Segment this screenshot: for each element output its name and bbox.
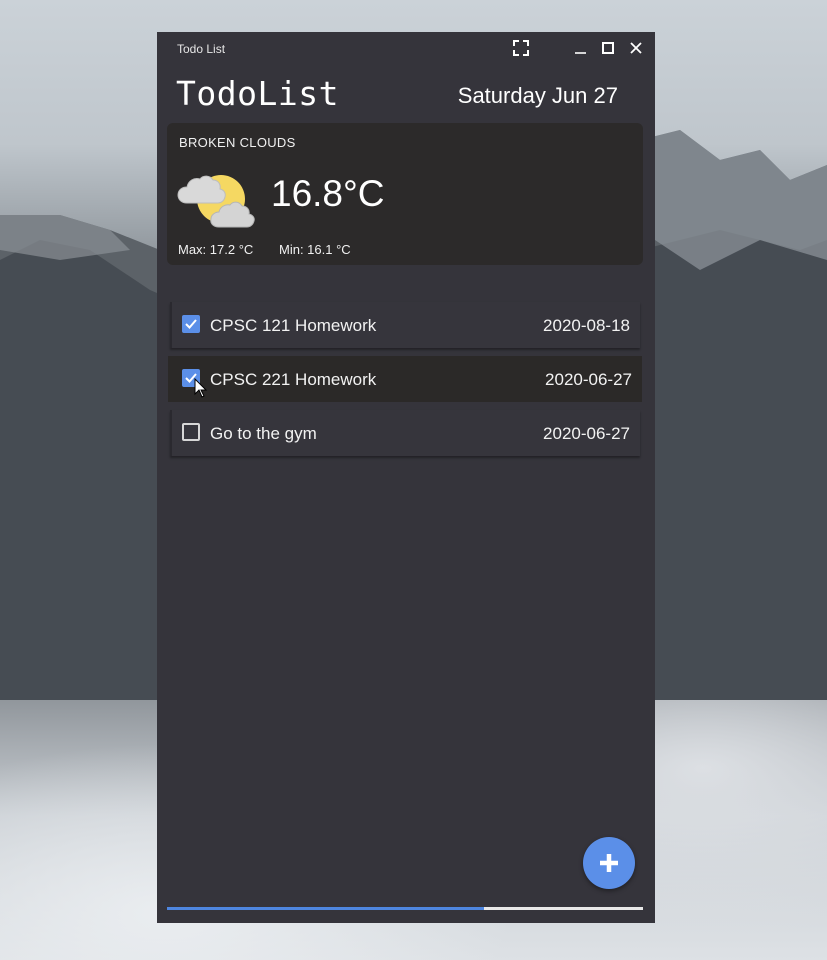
app-title: TodoList	[176, 74, 339, 113]
todo-list: CPSC 121 Homework 2020-08-18 CPSC 221 Ho…	[168, 302, 642, 464]
todo-item[interactable]: Go to the gym 2020-06-27	[170, 410, 640, 456]
current-date: Saturday Jun 27	[457, 83, 618, 108]
add-todo-button[interactable]	[583, 837, 635, 889]
progress-fill	[167, 907, 485, 910]
todo-date: 2020-06-27	[543, 424, 630, 443]
partly-cloudy-icon	[175, 169, 255, 231]
todo-date: 2020-06-27	[545, 370, 632, 389]
temperature: 16.8°C	[271, 173, 385, 214]
window-title: Todo List	[177, 42, 226, 56]
todo-text: CPSC 121 Homework	[210, 316, 377, 335]
temperature-max: Max: 17.2 °C	[178, 242, 254, 257]
title-bar[interactable]: Todo List	[157, 32, 655, 64]
todo-text: CPSC 221 Homework	[210, 370, 377, 389]
todo-text: Go to the gym	[210, 424, 317, 443]
minimize-icon[interactable]	[570, 38, 590, 58]
maximize-icon[interactable]	[598, 38, 618, 58]
weather-card: BROKEN CLOUDS 16.8°C Max: 17.2 °C Min: 1…	[167, 123, 643, 265]
mouse-cursor-icon	[194, 378, 208, 398]
progress-bar	[167, 907, 643, 910]
todo-item[interactable]: CPSC 121 Homework 2020-08-18	[170, 302, 640, 348]
close-icon[interactable]	[626, 38, 646, 58]
todo-checkbox[interactable]	[182, 315, 200, 333]
app-window: Todo List TodoList Saturday Jun 27 BROKE…	[157, 32, 655, 923]
todo-checkbox[interactable]	[182, 423, 200, 441]
temperature-min: Min: 16.1 °C	[279, 242, 351, 257]
todo-date: 2020-08-18	[543, 316, 630, 335]
fullscreen-icon[interactable]	[511, 38, 531, 58]
weather-condition: BROKEN CLOUDS	[179, 135, 296, 150]
plus-icon	[600, 854, 618, 872]
todo-item[interactable]: CPSC 221 Homework 2020-06-27	[168, 356, 642, 402]
